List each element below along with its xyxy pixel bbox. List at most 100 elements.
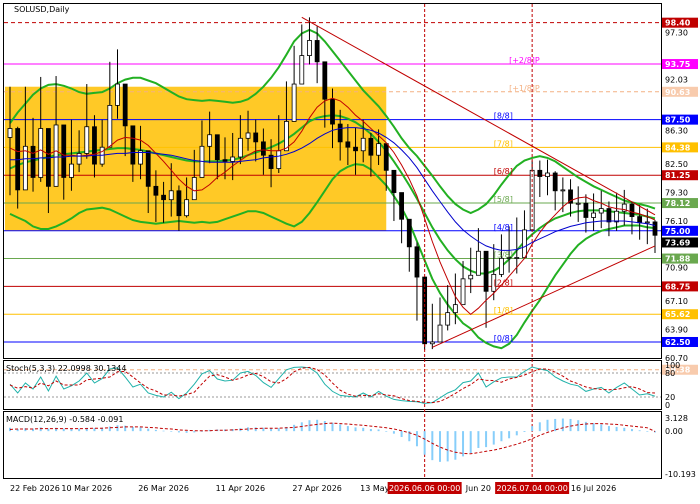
- macd-histogram-bar: [515, 431, 518, 436]
- macd-histogram-bar: [392, 431, 395, 434]
- macd-histogram-bar: [600, 424, 603, 432]
- macd-histogram-bar: [277, 428, 280, 432]
- candle-body: [161, 194, 166, 201]
- macd-histogram-bar: [362, 427, 365, 432]
- candle-body: [330, 98, 335, 125]
- time-axis-tick: 2026.07.04 00:00: [496, 484, 567, 493]
- macd-histogram-bar: [147, 428, 150, 432]
- macd-histogram-bar: [116, 425, 119, 432]
- murrey-label: [4/8]: [494, 223, 513, 232]
- candle-body: [552, 172, 558, 192]
- candle-body: [368, 137, 374, 156]
- candle-body: [107, 104, 113, 148]
- macd-histogram-bar: [531, 426, 534, 432]
- macd-histogram-bar: [170, 431, 173, 432]
- macd-histogram-bar: [454, 431, 457, 460]
- macd-histogram-bar: [630, 429, 633, 432]
- candle-body: [53, 124, 59, 187]
- murrey-label: [0/8]: [494, 334, 513, 343]
- time-axis-tick: 16 Jul 2026: [571, 484, 616, 493]
- candle-body: [345, 141, 351, 148]
- murrey-label: [6/8]: [494, 167, 513, 176]
- candle-body: [84, 126, 90, 154]
- macd-histogram-bar: [569, 418, 572, 432]
- candle-body: [468, 274, 474, 280]
- price-label-text: 65.62: [665, 310, 690, 319]
- candle-body: [245, 132, 251, 139]
- murrey-label: [7/8]: [494, 139, 513, 148]
- candle-body: [299, 55, 305, 85]
- candle-body: [545, 172, 550, 177]
- candle-body: [253, 132, 259, 143]
- macd-histogram-bar: [623, 427, 626, 432]
- macd-histogram-bar: [270, 428, 273, 432]
- macd-histogram-bar: [485, 431, 488, 448]
- murrey-label: [+2/8]P: [509, 56, 540, 65]
- macd-histogram-bar: [346, 426, 349, 432]
- macd-histogram-bar: [354, 427, 357, 432]
- candle-body: [30, 145, 36, 178]
- macd-histogram-bar: [592, 423, 595, 432]
- candle-body: [591, 212, 596, 218]
- macd-histogram-bar: [108, 426, 111, 432]
- candle-body: [537, 169, 543, 177]
- candle-body: [38, 128, 44, 178]
- stoch-axis-tick: 80: [665, 369, 675, 378]
- macd-histogram-bar: [415, 431, 418, 447]
- candle-body: [122, 83, 128, 127]
- macd-histogram-bar: [154, 429, 157, 432]
- price-label-text: 75.00: [665, 227, 691, 236]
- macd-histogram-bar: [139, 427, 142, 432]
- candle-body: [353, 146, 358, 152]
- candle-body: [575, 202, 581, 205]
- macd-histogram-bar: [293, 424, 296, 432]
- candle-body: [184, 199, 190, 217]
- candle-body: [460, 278, 466, 306]
- candle-body: [406, 218, 412, 248]
- macd-histogram-bar: [369, 429, 372, 432]
- candle-body: [598, 208, 604, 214]
- candle-body: [230, 156, 236, 162]
- candle-body: [191, 177, 197, 201]
- candle-body: [360, 137, 366, 152]
- candle-body: [629, 203, 635, 217]
- candle-body: [168, 190, 174, 201]
- macd-histogram-bar: [492, 431, 495, 445]
- candle-body: [614, 210, 620, 223]
- candle-body: [115, 83, 120, 106]
- candle-body: [322, 61, 328, 100]
- candle-body: [22, 145, 28, 191]
- time-axis-tick: 27 Apr 2026: [292, 484, 341, 493]
- macd-histogram-bar: [477, 431, 480, 448]
- macd-histogram-bar: [446, 431, 449, 462]
- candle-body: [514, 257, 520, 259]
- macd-histogram-bar: [508, 431, 511, 439]
- stoch-axis-tick: 0: [665, 401, 670, 410]
- macd-histogram-bar: [62, 428, 65, 432]
- murrey-label: [3/8]: [494, 251, 513, 260]
- candle-body: [429, 341, 435, 345]
- candle-body: [391, 169, 397, 193]
- candle-body: [522, 229, 527, 258]
- time-axis-tick: 2026.06.06 00:00: [389, 484, 460, 493]
- candle-body: [560, 189, 566, 192]
- macd-histogram-bar: [584, 421, 587, 432]
- candle-body: [207, 134, 213, 147]
- candle-body: [637, 216, 643, 224]
- price-label-text: 93.75: [665, 60, 691, 69]
- price-axis-tick: 82.50: [665, 160, 688, 169]
- macd-histogram-bar: [538, 422, 541, 432]
- macd-histogram-bar: [615, 426, 618, 432]
- price-axis-tick: 97.30: [665, 28, 688, 37]
- candle-body: [483, 250, 489, 292]
- candle-body: [92, 126, 97, 165]
- macd-histogram-bar: [339, 424, 342, 432]
- macd-histogram-bar: [431, 431, 434, 461]
- candle-body: [452, 304, 458, 314]
- price-label-text: 84.38: [665, 143, 691, 152]
- macd-histogram-bar: [523, 431, 526, 432]
- macd-histogram-bar: [331, 422, 334, 432]
- murrey-label: [5/8]: [494, 195, 513, 204]
- candle-body: [130, 125, 136, 165]
- macd-axis-tick: -10.193: [665, 470, 696, 479]
